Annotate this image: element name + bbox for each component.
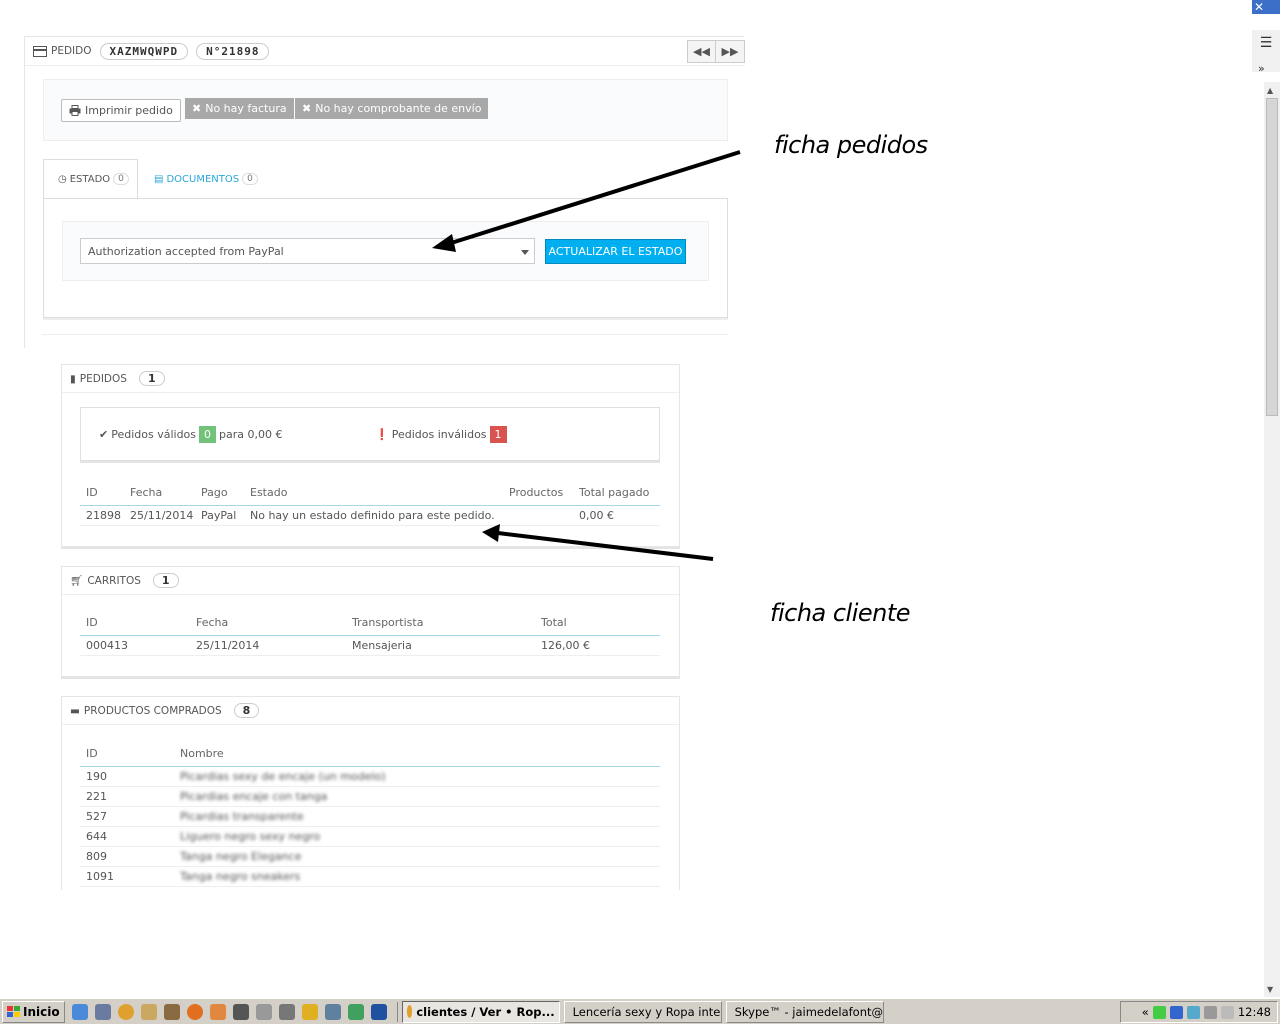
arrow-to-order-status [482, 524, 714, 561]
windows-logo-icon [7, 1005, 20, 1017]
chrome-icon [406, 1005, 413, 1018]
task-skype[interactable]: Skype™ - jaimedelafont@... [725, 1000, 884, 1023]
system-tray: « 12:48 [1120, 1001, 1278, 1023]
display-icon[interactable] [1203, 1005, 1217, 1019]
browser-menu-button[interactable]: ☰ [1252, 30, 1280, 72]
chrome-icon[interactable] [117, 1003, 134, 1020]
filezilla-icon[interactable] [370, 1003, 387, 1020]
scroll-up-arrow-icon[interactable]: ▲ [1267, 86, 1273, 95]
tray-expand-icon[interactable]: « [1142, 1005, 1149, 1019]
image-icon[interactable] [347, 1003, 364, 1020]
window-icon[interactable] [324, 1003, 341, 1020]
app-icon[interactable] [209, 1003, 226, 1020]
hamburger-menu-icon: ☰ [1259, 35, 1273, 51]
scroll-down-arrow-icon[interactable]: ▼ [1267, 985, 1273, 994]
arrow-to-status-select [432, 150, 741, 252]
zone-icon[interactable] [1169, 1005, 1183, 1019]
volume-icon[interactable] [1220, 1005, 1234, 1019]
gear-icon[interactable] [255, 1003, 272, 1020]
network-icon[interactable] [1186, 1005, 1200, 1019]
close-icon: ✕ [1254, 0, 1265, 14]
book-icon[interactable] [163, 1003, 180, 1020]
pen-icon[interactable] [278, 1003, 295, 1020]
tool-icon[interactable] [140, 1003, 157, 1020]
scrollbar-thumb[interactable] [1266, 98, 1278, 416]
firefox-icon[interactable] [186, 1003, 203, 1020]
user-icon[interactable] [232, 1003, 249, 1020]
clock[interactable]: 12:48 [1238, 1005, 1271, 1019]
divider [396, 1001, 398, 1022]
close-window-button[interactable]: ✕ [1252, 0, 1280, 14]
desktop-icon[interactable] [94, 1003, 111, 1020]
overflow-chevron-icon[interactable]: » [1258, 62, 1265, 75]
security-icon[interactable] [1152, 1005, 1166, 1019]
media-icon[interactable] [301, 1003, 318, 1020]
task-clientes[interactable]: clientes / Ver • Rop... [401, 1000, 560, 1023]
annotation-arrows [432, 150, 741, 561]
windows-taskbar: Inicio clientes / Ver • Rop... Lencería … [0, 998, 1280, 1024]
task-lenceria[interactable]: Lencería sexy y Ropa inte... [563, 1000, 722, 1023]
ie-icon[interactable] [71, 1003, 88, 1020]
start-button[interactable]: Inicio [2, 1000, 65, 1023]
